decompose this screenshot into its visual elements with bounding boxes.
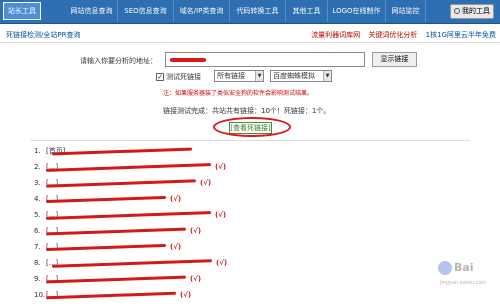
baidu-watermark: Bai jingyan.baidu.com (436, 261, 490, 297)
item-link[interactable]: [...] (46, 271, 58, 287)
redaction-mark (45, 211, 212, 220)
list-item: 3. [...] (√) (30, 175, 470, 191)
sub-header: 死链接检测/全站PR查询 流量利器词库网 关键词优化分析 1核1G阿里云半年免费 (0, 27, 500, 43)
url-label: 请输入你要分析的地址： (80, 57, 157, 65)
list-item: 1. [首页] (30, 143, 470, 159)
nav-logo-maker[interactable]: LOGO在线制作 (328, 0, 386, 22)
item-number: 4. (34, 195, 41, 203)
ok-mark: (√) (200, 179, 212, 187)
nav-site-monitor[interactable]: 网站监控 (386, 0, 426, 22)
redaction-mark (45, 243, 167, 252)
item-link[interactable]: [...] (46, 223, 58, 239)
item-number: 6. (34, 227, 41, 235)
nav-code-convert[interactable]: 代码转换工具 (230, 0, 286, 22)
ok-mark: (√) (180, 291, 192, 299)
item-number: 8. (34, 259, 41, 267)
chevron-down-icon: ▼ (255, 71, 263, 81)
nav-seo-info[interactable]: SEO信息查询 (118, 0, 174, 22)
annotation-circle (213, 117, 291, 137)
promo-link-3[interactable]: 1核1G阿里云半年免费 (426, 31, 496, 39)
redaction-mark (170, 58, 206, 62)
redaction-mark (45, 195, 167, 204)
nav-domain-ip[interactable]: 域名/IP类查询 (174, 0, 230, 22)
warning-note: 注：如果服务器装了类似安全狗的软件会影响测试结果。 (163, 90, 314, 97)
link-type-select[interactable]: 所有链接 ▼ (214, 70, 264, 82)
nav-other-tools[interactable]: 其他工具 (286, 0, 328, 22)
redaction-mark (45, 275, 187, 284)
user-icon (454, 8, 460, 14)
item-number: 3. (34, 179, 41, 187)
test-summary: 链接测试完成：共站共有链接：10个！死链接：1个。 (163, 107, 331, 115)
item-link[interactable]: [...] (46, 159, 58, 175)
item-link[interactable]: [...] (46, 207, 58, 223)
list-item: 6. [...] (√) (30, 223, 470, 239)
item-link[interactable]: [...] (46, 175, 58, 191)
redaction-mark (45, 291, 177, 300)
ok-mark: (√) (170, 243, 182, 251)
nav-webmaster-tools[interactable]: 站长工具 (3, 2, 41, 20)
nav-site-info[interactable]: 网站信息查询 (66, 0, 118, 22)
chevron-down-icon: ▼ (323, 71, 331, 81)
item-number: 9. (34, 275, 41, 283)
ok-mark: (√) (190, 227, 202, 235)
spider-value: 百度蜘蛛模拟 (273, 72, 315, 80)
promo-link-1[interactable]: 流量利器词库网 (311, 31, 360, 39)
item-number: 2. (34, 163, 41, 171)
my-tools-button[interactable]: 我的工具 (450, 4, 494, 19)
spider-select[interactable]: 百度蜘蛛模拟 ▼ (270, 70, 332, 82)
list-item: 5. [...] (√) (30, 207, 470, 223)
list-item: 4. [...] (√) (30, 191, 470, 207)
dead-link-checkbox[interactable]: ✓ (156, 73, 164, 81)
my-tools-label: 我的工具 (462, 7, 490, 15)
item-number: 1. (34, 147, 41, 155)
url-input[interactable] (165, 52, 365, 67)
redaction-mark (51, 147, 193, 156)
ok-mark: (√) (215, 211, 227, 219)
show-links-button[interactable]: 显示链接 (372, 52, 417, 67)
list-item: 8. [...] (√) (30, 255, 470, 271)
redaction-mark (51, 259, 213, 268)
results-list: 1. [首页] 2. [...] (√) 3. [...] (√) 4. [..… (30, 140, 470, 306)
dead-link-checkbox-label: 测试死链接 (166, 73, 201, 81)
item-link[interactable]: [...] (46, 255, 58, 271)
link-type-value: 所有链接 (217, 72, 245, 80)
redaction-mark (45, 227, 187, 236)
promo-link-2[interactable]: 关键词优化分析 (368, 31, 417, 39)
redaction-mark (45, 163, 212, 172)
list-item: 7. [...] (√) (30, 239, 470, 255)
ok-mark: (√) (216, 259, 228, 267)
baidu-paw-icon (438, 261, 452, 275)
watermark-text: Bai (454, 261, 474, 274)
item-number: 5. (34, 211, 41, 219)
list-item: 2. [...] (√) (30, 159, 470, 175)
ok-mark: (√) (170, 195, 182, 203)
redaction-mark (45, 179, 197, 188)
item-link[interactable]: [首页] (46, 143, 65, 159)
ok-mark: (√) (190, 275, 202, 283)
item-number: 10. (34, 291, 46, 299)
list-item: 10. [...] (√) (30, 287, 470, 303)
list-item: 9. [...] (√) (30, 271, 470, 287)
top-navigation: 站长工具 网站信息查询 SEO信息查询 域名/IP类查询 代码转换工具 其他工具… (0, 0, 500, 24)
ok-mark: (√) (215, 163, 227, 171)
item-number: 7. (34, 243, 41, 251)
watermark-subtext: jingyan.baidu.com (440, 280, 487, 286)
promo-links: 流量利器词库网 关键词优化分析 1核1G阿里云半年免费 (305, 30, 496, 40)
page-title: 死链接检测/全站PR查询 (6, 31, 81, 39)
